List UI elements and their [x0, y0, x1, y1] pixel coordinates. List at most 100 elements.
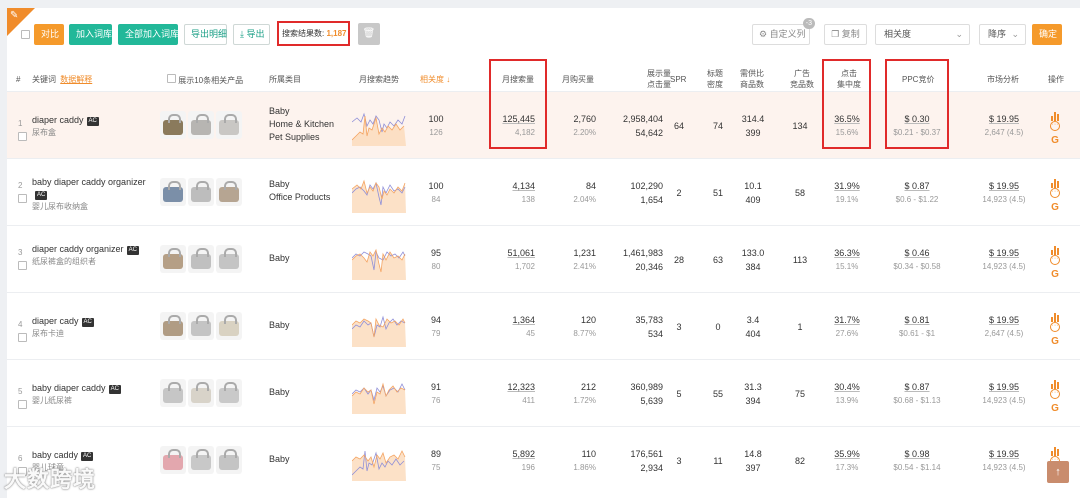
product-thumbnail[interactable]: [160, 379, 186, 407]
bar-chart-icon[interactable]: [1048, 302, 1062, 323]
product-thumbnail[interactable]: [216, 312, 242, 340]
product-thumbnail[interactable]: [160, 178, 186, 206]
header-spr[interactable]: SPR: [670, 74, 686, 85]
show-products-checkbox[interactable]: [167, 74, 176, 83]
header-impressions[interactable]: 展示量 点击量: [631, 68, 671, 90]
data-explain-link[interactable]: 数据解释: [60, 75, 92, 84]
impressions-cell: 102,290 1,654: [630, 181, 663, 205]
keyword-translation: 尿布卡迪: [32, 329, 64, 338]
sort-field-select[interactable]: 相关度 ⌄: [875, 24, 970, 45]
category-cell: Baby: [269, 386, 290, 399]
bar-chart-icon[interactable]: [1048, 436, 1062, 457]
row-checkbox[interactable]: [18, 261, 27, 270]
category-item: Baby: [269, 320, 290, 330]
product-thumbnail[interactable]: [188, 312, 214, 340]
product-thumbnail[interactable]: [216, 111, 242, 139]
google-icon[interactable]: G: [1048, 200, 1062, 216]
product-thumbnail[interactable]: [188, 111, 214, 139]
row-checkbox[interactable]: [18, 194, 27, 203]
export-detail-button[interactable]: 导出明细: [184, 24, 227, 45]
trend-sparkline[interactable]: [352, 307, 406, 347]
copy-button[interactable]: ❐ 复制: [824, 24, 867, 45]
more-icon[interactable]: ···: [1048, 184, 1062, 200]
bag-image: [163, 248, 183, 269]
row-checkbox[interactable]: [18, 132, 27, 141]
copy-icon: ❐: [831, 29, 840, 39]
trend-sparkline[interactable]: [352, 106, 406, 146]
ac-badge: AC: [35, 191, 48, 200]
supply-demand-cell: 10.1 409: [744, 181, 762, 205]
bag-image: [163, 114, 183, 135]
more-icon[interactable]: ···: [1048, 117, 1062, 133]
add-all-to-library-button[interactable]: 全部加入词库: [118, 24, 179, 45]
product-thumbnail[interactable]: [216, 245, 242, 273]
keyword-text[interactable]: baby diaper caddy: [32, 383, 106, 393]
monthly-search-value[interactable]: 12,323: [487, 380, 535, 394]
header-monthly-buy[interactable]: 月购买量: [562, 74, 594, 85]
category-cell: Baby: [269, 453, 290, 466]
actions-cell: ··· G: [1048, 101, 1062, 149]
ad-products-cell: 113: [792, 255, 808, 265]
bar-chart-icon[interactable]: [1048, 101, 1062, 122]
product-thumbnail[interactable]: [160, 312, 186, 340]
keyword-text[interactable]: baby caddy: [32, 450, 78, 460]
header-show-products[interactable]: 展示10条相关产品: [167, 74, 243, 86]
keyword-text[interactable]: diaper cady: [32, 316, 79, 326]
product-thumbnail[interactable]: [188, 379, 214, 407]
google-icon[interactable]: G: [1048, 133, 1062, 149]
category-item: Pet Supplies: [269, 132, 320, 142]
monthly-search-value[interactable]: 5,892: [487, 447, 535, 461]
product-thumbnails: [160, 312, 244, 340]
more-icon[interactable]: ···: [1048, 251, 1062, 267]
trend-sparkline[interactable]: [352, 441, 406, 481]
custom-columns-button[interactable]: ⚙ 自定义列 -3: [752, 18, 815, 45]
market-cell: $ 19.95 14,923 (4.5): [982, 181, 1026, 204]
scroll-to-top-button[interactable]: ↑: [1047, 461, 1069, 483]
row-checkbox[interactable]: [18, 333, 27, 342]
export-button[interactable]: ⤓ 导出: [233, 24, 270, 45]
product-thumbnail[interactable]: [160, 245, 186, 273]
trend-sparkline[interactable]: [352, 240, 406, 280]
bar-chart-icon[interactable]: [1048, 168, 1062, 189]
bag-image: [163, 181, 183, 202]
monthly-search-value[interactable]: 51,061: [487, 246, 535, 260]
header-supply-demand[interactable]: 需供比 商品数: [740, 68, 764, 90]
delete-button[interactable]: 🗑: [358, 23, 380, 45]
product-thumbnail[interactable]: [188, 245, 214, 273]
google-icon[interactable]: G: [1048, 267, 1062, 283]
keyword-text[interactable]: baby diaper caddy organizer: [32, 177, 146, 187]
click-concentration-cell: 30.4% 13.9%: [834, 382, 860, 405]
product-thumbnail[interactable]: [216, 379, 242, 407]
monthly-search-value[interactable]: 4,134: [487, 179, 535, 193]
confirm-button[interactable]: 确定: [1032, 24, 1062, 45]
product-thumbnail[interactable]: [160, 111, 186, 139]
more-icon[interactable]: ···: [1048, 318, 1062, 334]
google-icon[interactable]: G: [1048, 401, 1062, 417]
keyword-text[interactable]: diaper caddy: [32, 115, 84, 125]
bar-chart-icon[interactable]: [1048, 369, 1062, 390]
trend-sparkline[interactable]: [352, 374, 406, 414]
keyword-text[interactable]: diaper caddy organizer: [32, 244, 124, 254]
select-all-checkbox[interactable]: [21, 30, 30, 39]
bar-chart-icon[interactable]: [1048, 235, 1062, 256]
monthly-search-value[interactable]: 1,364: [487, 313, 535, 327]
header-ad-products[interactable]: 广告 竞品数: [790, 68, 814, 90]
product-thumbnail[interactable]: [188, 446, 214, 474]
product-thumbnail[interactable]: [160, 446, 186, 474]
bag-image: [219, 315, 239, 336]
product-thumbnail[interactable]: [188, 178, 214, 206]
sort-order-select[interactable]: 降序 ⌄: [979, 24, 1026, 45]
actions-cell: ··· G: [1048, 168, 1062, 216]
product-thumbnail[interactable]: [216, 446, 242, 474]
category-item: Baby: [269, 387, 290, 397]
compare-button[interactable]: 对比: [34, 24, 64, 45]
more-icon[interactable]: ···: [1048, 385, 1062, 401]
product-thumbnails: [160, 379, 244, 407]
product-thumbnail[interactable]: [216, 178, 242, 206]
row-checkbox[interactable]: [18, 400, 27, 409]
header-relevance[interactable]: 相关度 ↓: [420, 74, 450, 85]
add-to-library-button[interactable]: 加入词库: [69, 24, 112, 45]
header-title-density[interactable]: 标题 密度: [707, 68, 723, 90]
trend-sparkline[interactable]: [352, 173, 406, 213]
google-icon[interactable]: G: [1048, 334, 1062, 350]
